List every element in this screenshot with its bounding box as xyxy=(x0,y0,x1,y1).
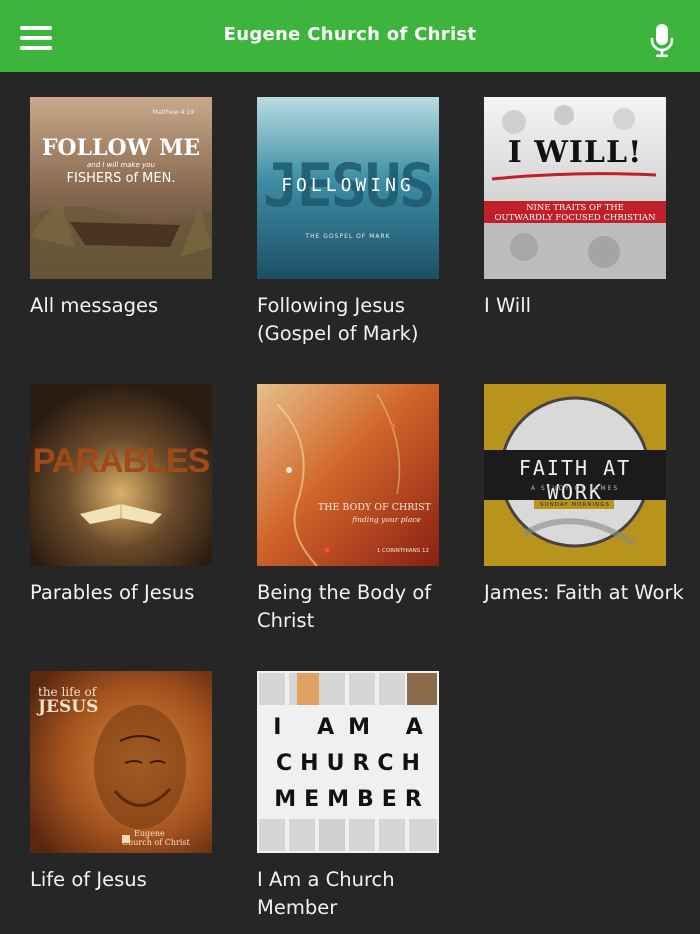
artwork-text: THE BODY OF CHRIST xyxy=(317,502,431,513)
series-tile[interactable]: JESUS FOLLOWING THE GOSPEL OF MARK Follo… xyxy=(257,97,439,348)
artwork-text: A STUDY OF JAMES xyxy=(530,485,620,492)
artwork-text: finding your place xyxy=(352,515,421,524)
app-title: Eugene Church of Christ xyxy=(223,24,477,45)
artwork-text: SUNDAY MORNINGS xyxy=(540,502,610,508)
artwork-text: Eugene xyxy=(134,829,165,838)
artwork-text: CHURCH xyxy=(276,751,428,776)
artwork-text: MEMBER xyxy=(274,787,430,812)
series-title: I Am a Church Member xyxy=(257,868,395,919)
series-title: I Will xyxy=(484,294,532,317)
artwork-text: 1 CORINTHIANS 12 xyxy=(376,548,429,554)
artwork-text: Matthew 4:19 xyxy=(152,109,194,116)
artwork-text: I AM A xyxy=(273,715,437,740)
series-tile[interactable]: FAITH AT WORK A STUDY OF JAMES SUNDAY MO… xyxy=(484,384,684,607)
series-tile[interactable]: PARABLES Parables of Jesus xyxy=(30,384,212,607)
artwork-text: I WILL! xyxy=(507,135,643,170)
series-artwork: FAITH AT WORK A STUDY OF JAMES SUNDAY MO… xyxy=(484,384,666,566)
series-artwork: JESUS FOLLOWING THE GOSPEL OF MARK xyxy=(257,97,439,279)
series-artwork: I AM A CHURCH MEMBER xyxy=(257,671,439,853)
series-tile[interactable]: I AM A CHURCH MEMBER I Am a Church Membe… xyxy=(257,671,439,922)
artwork-text: FOLLOW ME xyxy=(41,135,201,161)
artwork-text: and I will make you xyxy=(86,161,156,169)
top-app-bar: Eugene Church of Christ xyxy=(0,0,700,72)
series-title: Being the Body of Christ xyxy=(257,581,432,632)
series-artwork: THE BODY OF CHRIST finding your place 1 … xyxy=(257,384,439,566)
artwork-text: THE GOSPEL OF MARK xyxy=(305,233,391,240)
artwork-text: FOLLOWING xyxy=(281,175,415,196)
series-title: Following Jesus (Gospel of Mark) xyxy=(257,294,419,345)
series-title: James: Faith at Work xyxy=(484,581,684,604)
artwork-text: FISHERS of MEN. xyxy=(66,171,176,186)
series-tile[interactable]: THE BODY OF CHRIST finding your place 1 … xyxy=(257,384,439,635)
series-artwork: I WILL! NINE TRAITS OF THE OUTWARDLY FOC… xyxy=(484,97,666,279)
artwork-text: NINE TRAITS OF THE xyxy=(526,203,624,213)
series-tile[interactable]: I WILL! NINE TRAITS OF THE OUTWARDLY FOC… xyxy=(484,97,666,320)
series-title: Life of Jesus xyxy=(30,868,147,891)
series-artwork: PARABLES xyxy=(30,384,212,566)
series-title: Parables of Jesus xyxy=(30,581,195,604)
series-artwork: the life of JESUS Eugene Church of Chris… xyxy=(30,671,212,853)
artwork-text: OUTWARDLY FOCUSED CHRISTIAN xyxy=(494,213,656,223)
artwork-text: PARABLES xyxy=(32,442,211,480)
artwork-text: Church of Christ xyxy=(122,838,190,847)
series-tile[interactable]: the life of JESUS Eugene Church of Chris… xyxy=(30,671,212,894)
artwork-text: JESUS xyxy=(38,697,99,717)
series-title: All messages xyxy=(30,294,159,317)
series-artwork: Matthew 4:19 FOLLOW ME and I will make y… xyxy=(30,97,212,279)
artwork-text: FAITH AT WORK xyxy=(518,456,632,504)
microphone-icon[interactable] xyxy=(648,24,676,58)
series-tile[interactable]: Matthew 4:19 FOLLOW ME and I will make y… xyxy=(30,97,212,320)
